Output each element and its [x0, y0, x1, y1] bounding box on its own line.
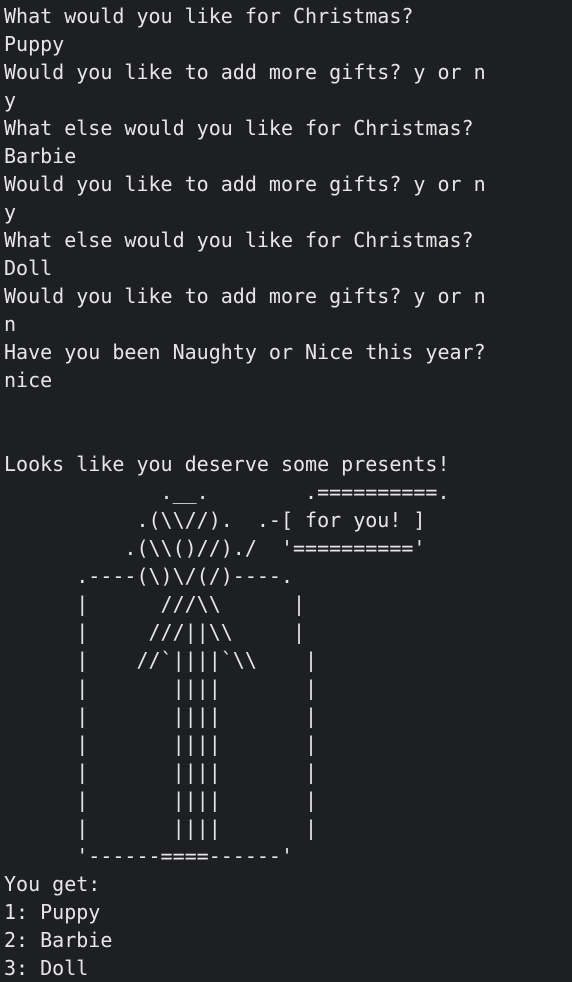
conversation-log: What would you like for Christmas? Puppy W… [4, 2, 572, 478]
ascii-art-line: | |||| | [4, 704, 318, 728]
terminal-line: What else would you like for Christmas? [4, 116, 474, 140]
ascii-art-line: .(\\//). .-[ for you! ] [4, 508, 426, 532]
result-line: 3: Doll [4, 956, 89, 980]
terminal-line: y [4, 88, 17, 112]
result-line: 2: Barbie [4, 928, 113, 952]
ascii-art-line: | ///\\ | [4, 592, 306, 616]
terminal-line: nice [4, 368, 53, 392]
ascii-art-line: | |||| | [4, 760, 318, 784]
ascii-art-line: .(\\()//)./ '==========' [4, 536, 426, 560]
ascii-art-line: | |||| | [4, 788, 318, 812]
terminal-line: Would you like to add more gifts? y or n [4, 60, 486, 84]
result-line: You get: [4, 872, 101, 896]
ascii-art-line: .__. .==========. [4, 480, 450, 504]
terminal-line: y [4, 200, 17, 224]
ascii-art-line: | ///||\\ | [4, 620, 306, 644]
ascii-art-line: '------====------' [4, 844, 293, 868]
result-line: 1: Puppy [4, 900, 101, 924]
terminal-line: What else would you like for Christmas? [4, 228, 474, 252]
terminal-line: Looks like you deserve some presents! [4, 452, 450, 476]
ascii-art-line: | |||| | [4, 732, 318, 756]
terminal-line: Barbie [4, 144, 77, 168]
gift-ascii-art: .__. .==========. .(\\//). .-[ for you! … [4, 478, 572, 870]
terminal-line: Would you like to add more gifts? y or n [4, 284, 486, 308]
terminal-line: n [4, 312, 17, 336]
terminal-line: What would you like for Christmas? [4, 4, 414, 28]
ascii-art-line: | |||| | [4, 676, 318, 700]
ascii-art-line: | |||| | [4, 816, 318, 840]
terminal-line: Puppy [4, 32, 65, 56]
terminal-line: Doll [4, 256, 53, 280]
ascii-art-line: .----(\)\/(/)----. [4, 564, 293, 588]
terminal-window[interactable]: What would you like for Christmas? Puppy W… [0, 0, 572, 982]
ascii-art-line: | //`||||`\\ | [4, 648, 318, 672]
terminal-line: Have you been Naughty or Nice this year? [4, 340, 486, 364]
gift-result-list: You get: 1: Puppy 2: Barbie 3: Doll [4, 870, 572, 982]
terminal-line: Would you like to add more gifts? y or n [4, 172, 486, 196]
terminal-output: What would you like for Christmas? Puppy W… [4, 2, 572, 982]
